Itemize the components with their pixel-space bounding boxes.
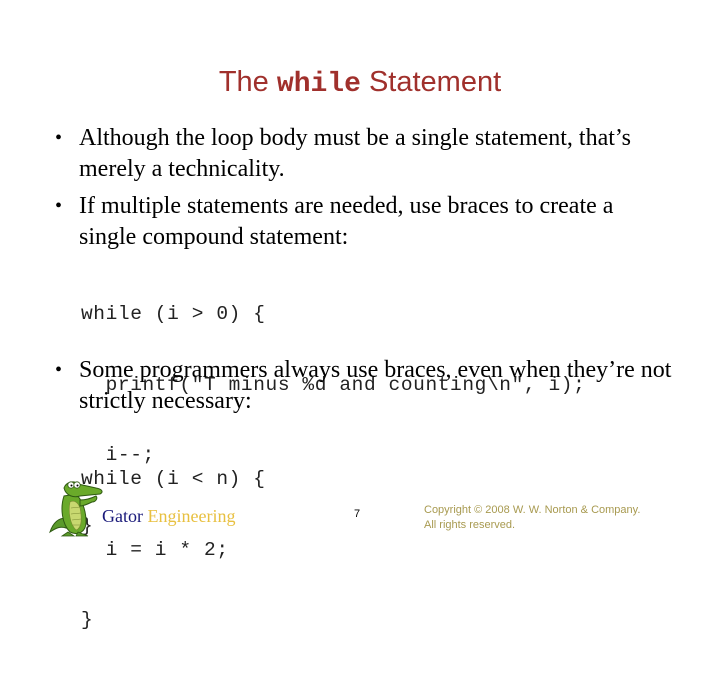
slide: The while Statement • Although the loop … bbox=[0, 0, 720, 631]
brand-primary: Gator bbox=[102, 506, 143, 526]
bullet-item: • Some programmers always use braces, ev… bbox=[55, 355, 675, 417]
code-block: while (i < n) { i = i * 2; } bbox=[81, 421, 266, 680]
code-line: while (i > 0) { bbox=[81, 303, 266, 325]
footer-brand: Gator Engineering bbox=[102, 506, 235, 527]
copyright-line: All rights reserved. bbox=[424, 519, 516, 531]
copyright-notice: Copyright © 2008 W. W. Norton & Company.… bbox=[424, 503, 640, 533]
bullet-dot-icon: • bbox=[55, 359, 63, 381]
copyright-line: Copyright © 2008 W. W. Norton & Company. bbox=[424, 504, 641, 516]
title-prefix: The bbox=[218, 66, 269, 98]
brand-secondary: Engineering bbox=[147, 506, 236, 526]
page-number: 7 bbox=[354, 508, 361, 520]
title-code-keyword: while bbox=[276, 69, 361, 100]
bullet-text: If multiple statements are needed, use b… bbox=[79, 193, 614, 250]
bullet-item: • Although the loop body must be a singl… bbox=[55, 123, 675, 185]
bullet-text: Although the loop body must be a single … bbox=[79, 125, 631, 182]
title-suffix: Statement bbox=[368, 66, 502, 98]
slide-title: The while Statement bbox=[0, 66, 720, 100]
bullet-dot-icon: • bbox=[55, 127, 63, 149]
bullet-text: Some programmers always use braces, even… bbox=[79, 357, 672, 414]
bullet-item: • If multiple statements are needed, use… bbox=[55, 191, 675, 253]
code-line: i = i * 2; bbox=[81, 538, 229, 561]
gator-mascot-icon bbox=[48, 474, 110, 538]
bullet-dot-icon: • bbox=[55, 195, 63, 217]
code-line: } bbox=[81, 609, 94, 631]
